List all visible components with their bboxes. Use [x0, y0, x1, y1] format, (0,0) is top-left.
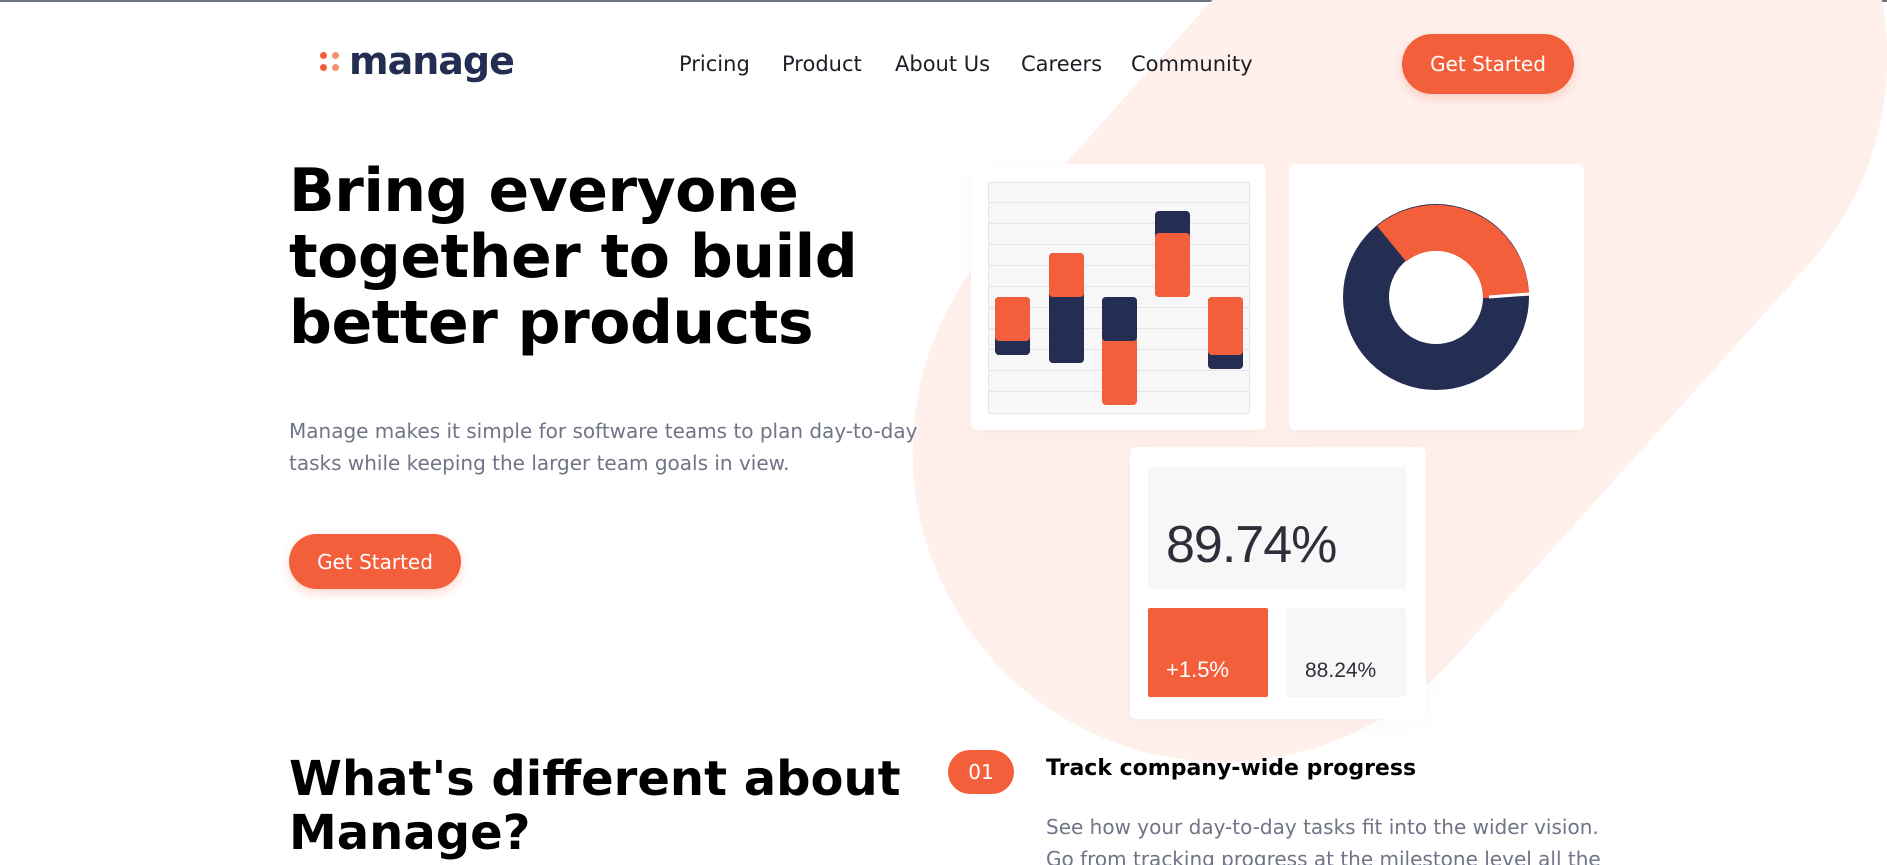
- hero-title: Bring everyone together to build better …: [289, 156, 858, 358]
- logo[interactable]: manage: [320, 39, 515, 83]
- nav-link-about-us[interactable]: About Us: [895, 52, 990, 76]
- bar-segment: [1208, 297, 1243, 355]
- nav-link-product[interactable]: Product: [782, 52, 862, 76]
- feature-number-badge: 01: [948, 750, 1014, 794]
- bar-segment: [1102, 297, 1137, 341]
- bar-chart-card: [971, 164, 1266, 430]
- logo-dots-icon: [320, 51, 339, 71]
- bar-chart-illustration: [988, 182, 1250, 414]
- stat-main-tile: 89.74%: [1148, 467, 1406, 589]
- section-title: What's different about Manage?: [289, 751, 901, 861]
- nav-link-community[interactable]: Community: [1131, 52, 1253, 76]
- stat-secondary-tile: 88.24%: [1287, 608, 1406, 697]
- donut-segment-orange: [1377, 204, 1529, 299]
- nav-link-pricing[interactable]: Pricing: [679, 52, 750, 76]
- donut-chart-card: [1289, 164, 1584, 430]
- stat-change-value: +1.5%: [1166, 657, 1229, 682]
- bar-segment: [1049, 253, 1084, 297]
- feature-title: Track company-wide progress: [1046, 756, 1417, 781]
- nav-link-careers[interactable]: Careers: [1021, 52, 1102, 76]
- hero-get-started-button[interactable]: Get Started: [289, 534, 461, 589]
- stat-change-tile: +1.5%: [1148, 608, 1268, 697]
- hero-description: Manage makes it simple for software team…: [289, 419, 918, 475]
- bar-segment: [1155, 233, 1190, 297]
- bar-segment: [995, 297, 1030, 341]
- header-get-started-button[interactable]: Get Started: [1402, 34, 1574, 94]
- logo-text: manage: [349, 39, 515, 83]
- stat-secondary-value: 88.24%: [1305, 659, 1377, 682]
- stat-main-value: 89.74%: [1166, 516, 1337, 574]
- feature-description: See how your day-to-day tasks fit into t…: [1046, 815, 1601, 865]
- stats-card: 89.74% +1.5% 88.24%: [1130, 447, 1426, 719]
- donut-chart-illustration: [1343, 204, 1530, 390]
